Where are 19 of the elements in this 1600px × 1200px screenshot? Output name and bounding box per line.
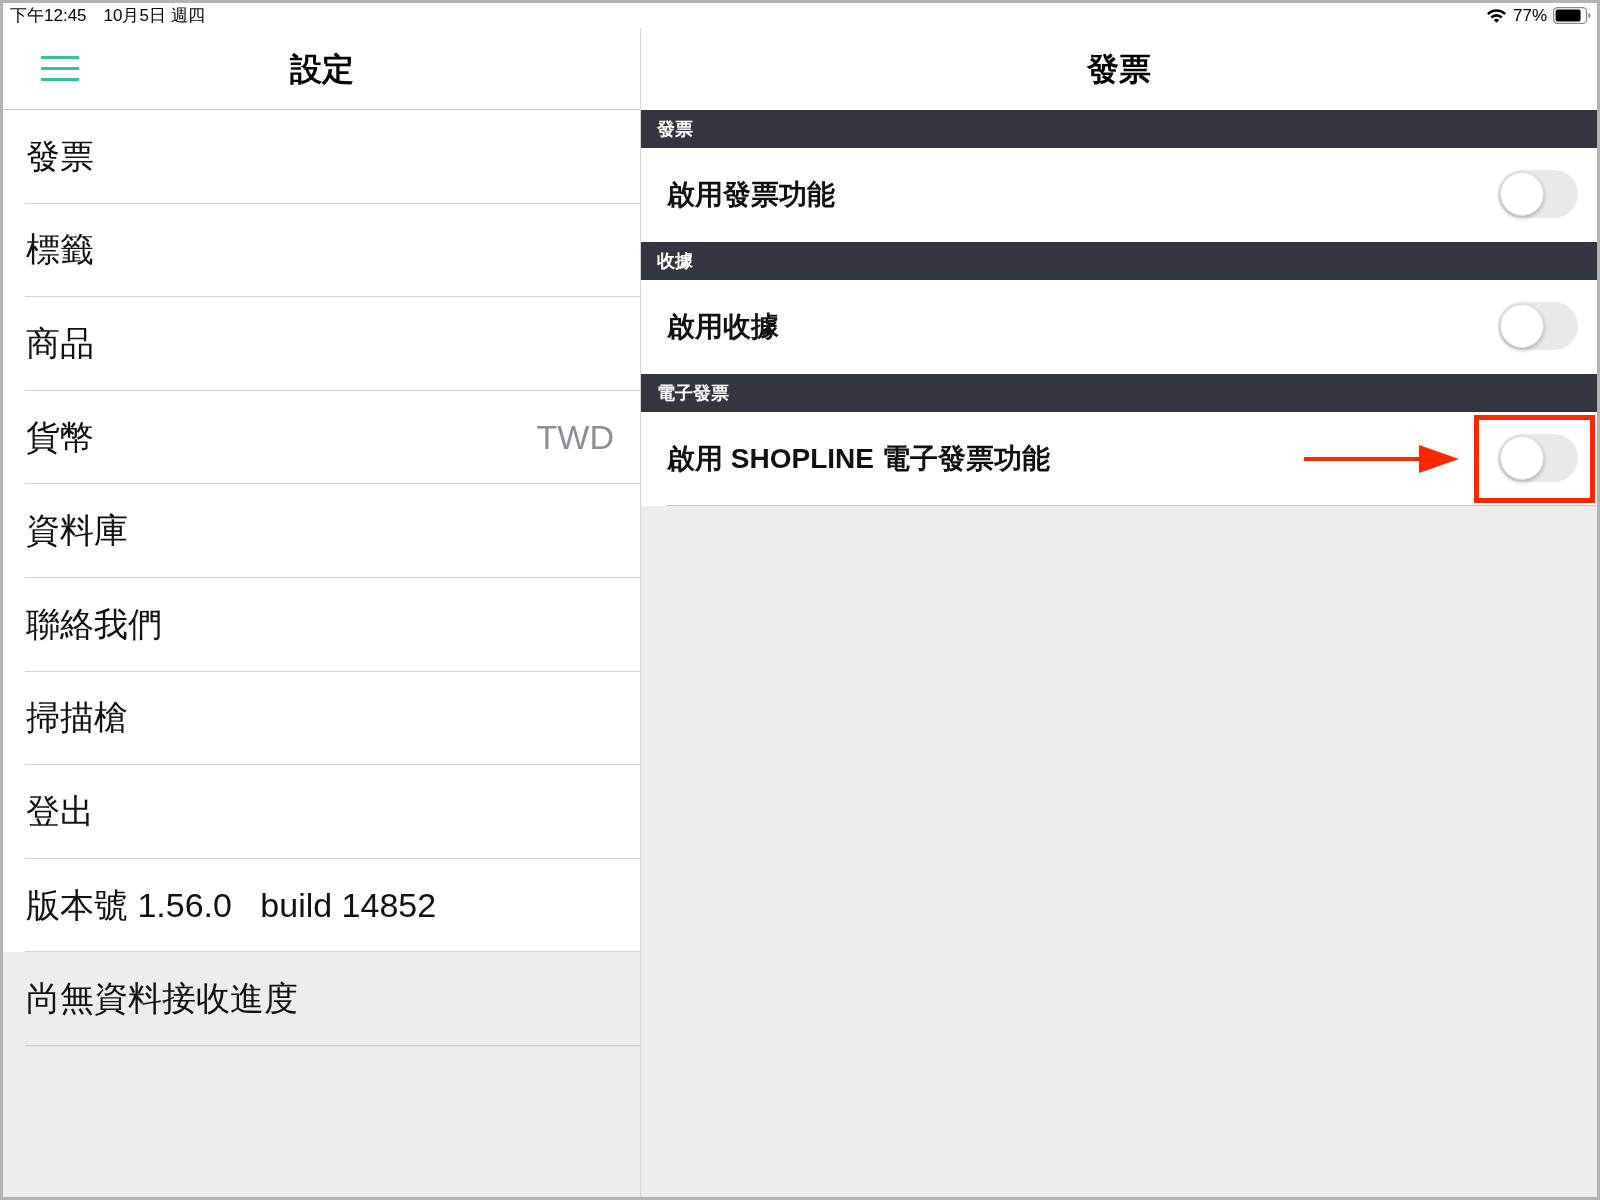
nav-title: 發票 bbox=[1087, 50, 1151, 89]
section-header: 收據 bbox=[641, 242, 1597, 280]
battery-icon bbox=[1553, 7, 1591, 24]
nav-title: 設定 bbox=[289, 49, 354, 89]
status-text: 尚無資料接收進度 bbox=[26, 978, 298, 1020]
toggle-switch[interactable] bbox=[1498, 170, 1578, 218]
setting-label: 啟用 SHOPLINE 電子發票功能 bbox=[667, 441, 1050, 476]
item-value: TWD bbox=[536, 416, 614, 458]
status-date: 10月5日 週四 bbox=[103, 4, 205, 27]
battery-percent: 77% bbox=[1512, 4, 1547, 27]
setting-label: 啟用收據 bbox=[667, 310, 779, 344]
section-header: 電子發票 bbox=[641, 374, 1597, 412]
section-header: 發票 bbox=[641, 110, 1597, 148]
toggle-switch[interactable] bbox=[1498, 302, 1578, 350]
wifi-icon bbox=[1485, 8, 1507, 23]
setting-label: 啟用發票功能 bbox=[667, 178, 835, 212]
menu-icon[interactable] bbox=[41, 56, 79, 81]
toggle-switch[interactable] bbox=[1498, 433, 1578, 482]
status-time: 下午12:45 bbox=[10, 4, 87, 27]
